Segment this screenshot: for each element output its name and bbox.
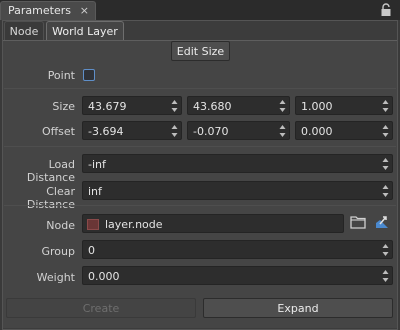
point-checkbox[interactable] [83,69,95,81]
tab-world-layer[interactable]: World Layer [46,21,124,41]
spin-arrows-icon[interactable] [382,184,389,198]
spin-arrows-icon[interactable] [382,157,389,171]
parameters-tab[interactable]: Parameters × [0,1,96,20]
edit-size-button[interactable]: Edit Size [171,41,230,61]
weight-label: Weight [36,271,75,284]
size-x-value: 43.679 [88,100,127,113]
node-label: Node [46,219,75,232]
size-y-value: 43.680 [193,100,232,113]
load-distance-field[interactable]: -inf [82,154,393,173]
folder-icon[interactable] [350,215,366,229]
size-y-field[interactable]: 43.680 [187,96,290,115]
spin-arrows-icon[interactable] [382,124,389,138]
separator [4,205,396,206]
node-type-icon [87,219,99,230]
separator [4,88,396,89]
weight-field[interactable]: 0.000 [82,266,393,285]
node-field[interactable]: layer.node [82,214,344,233]
parameters-tab-label: Parameters [8,4,71,17]
spin-arrows-icon[interactable] [382,243,389,257]
spin-arrows-icon[interactable] [279,99,286,113]
expand-button[interactable]: Expand [203,298,393,318]
spin-arrows-icon[interactable] [382,99,389,113]
close-icon[interactable]: × [80,4,89,17]
offset-z-field[interactable]: 0.000 [295,121,393,140]
offset-label: Offset [41,125,75,138]
offset-y-field[interactable]: -0.070 [187,121,290,140]
node-value: layer.node [105,218,163,231]
point-label: Point [47,69,75,82]
clear-distance-label: Clear Distance [26,185,75,211]
size-label: Size [52,100,75,113]
offset-z-value: 0.000 [301,125,333,138]
tab-node[interactable]: Node [4,21,44,41]
spin-arrows-icon[interactable] [382,269,389,283]
group-label: Group [41,245,76,258]
group-field[interactable]: 0 [82,240,393,259]
create-button[interactable]: Create [6,298,196,318]
lock-icon[interactable] [380,3,392,17]
spin-arrows-icon[interactable] [171,99,178,113]
size-z-field[interactable]: 1.000 [295,96,393,115]
load-distance-value: -inf [88,158,106,171]
load-distance-label: Load Distance [26,158,75,184]
offset-x-value: -3.694 [88,125,124,138]
clear-distance-value: inf [88,185,102,198]
spin-arrows-icon[interactable] [171,124,178,138]
size-z-value: 1.000 [301,100,333,113]
clear-distance-field[interactable]: inf [82,181,393,200]
locate-node-icon[interactable] [374,214,390,230]
offset-x-field[interactable]: -3.694 [82,121,182,140]
weight-value: 0.000 [88,270,120,283]
offset-y-value: -0.070 [193,125,229,138]
separator [4,146,396,147]
group-value: 0 [88,244,95,257]
size-x-field[interactable]: 43.679 [82,96,182,115]
spin-arrows-icon[interactable] [279,124,286,138]
